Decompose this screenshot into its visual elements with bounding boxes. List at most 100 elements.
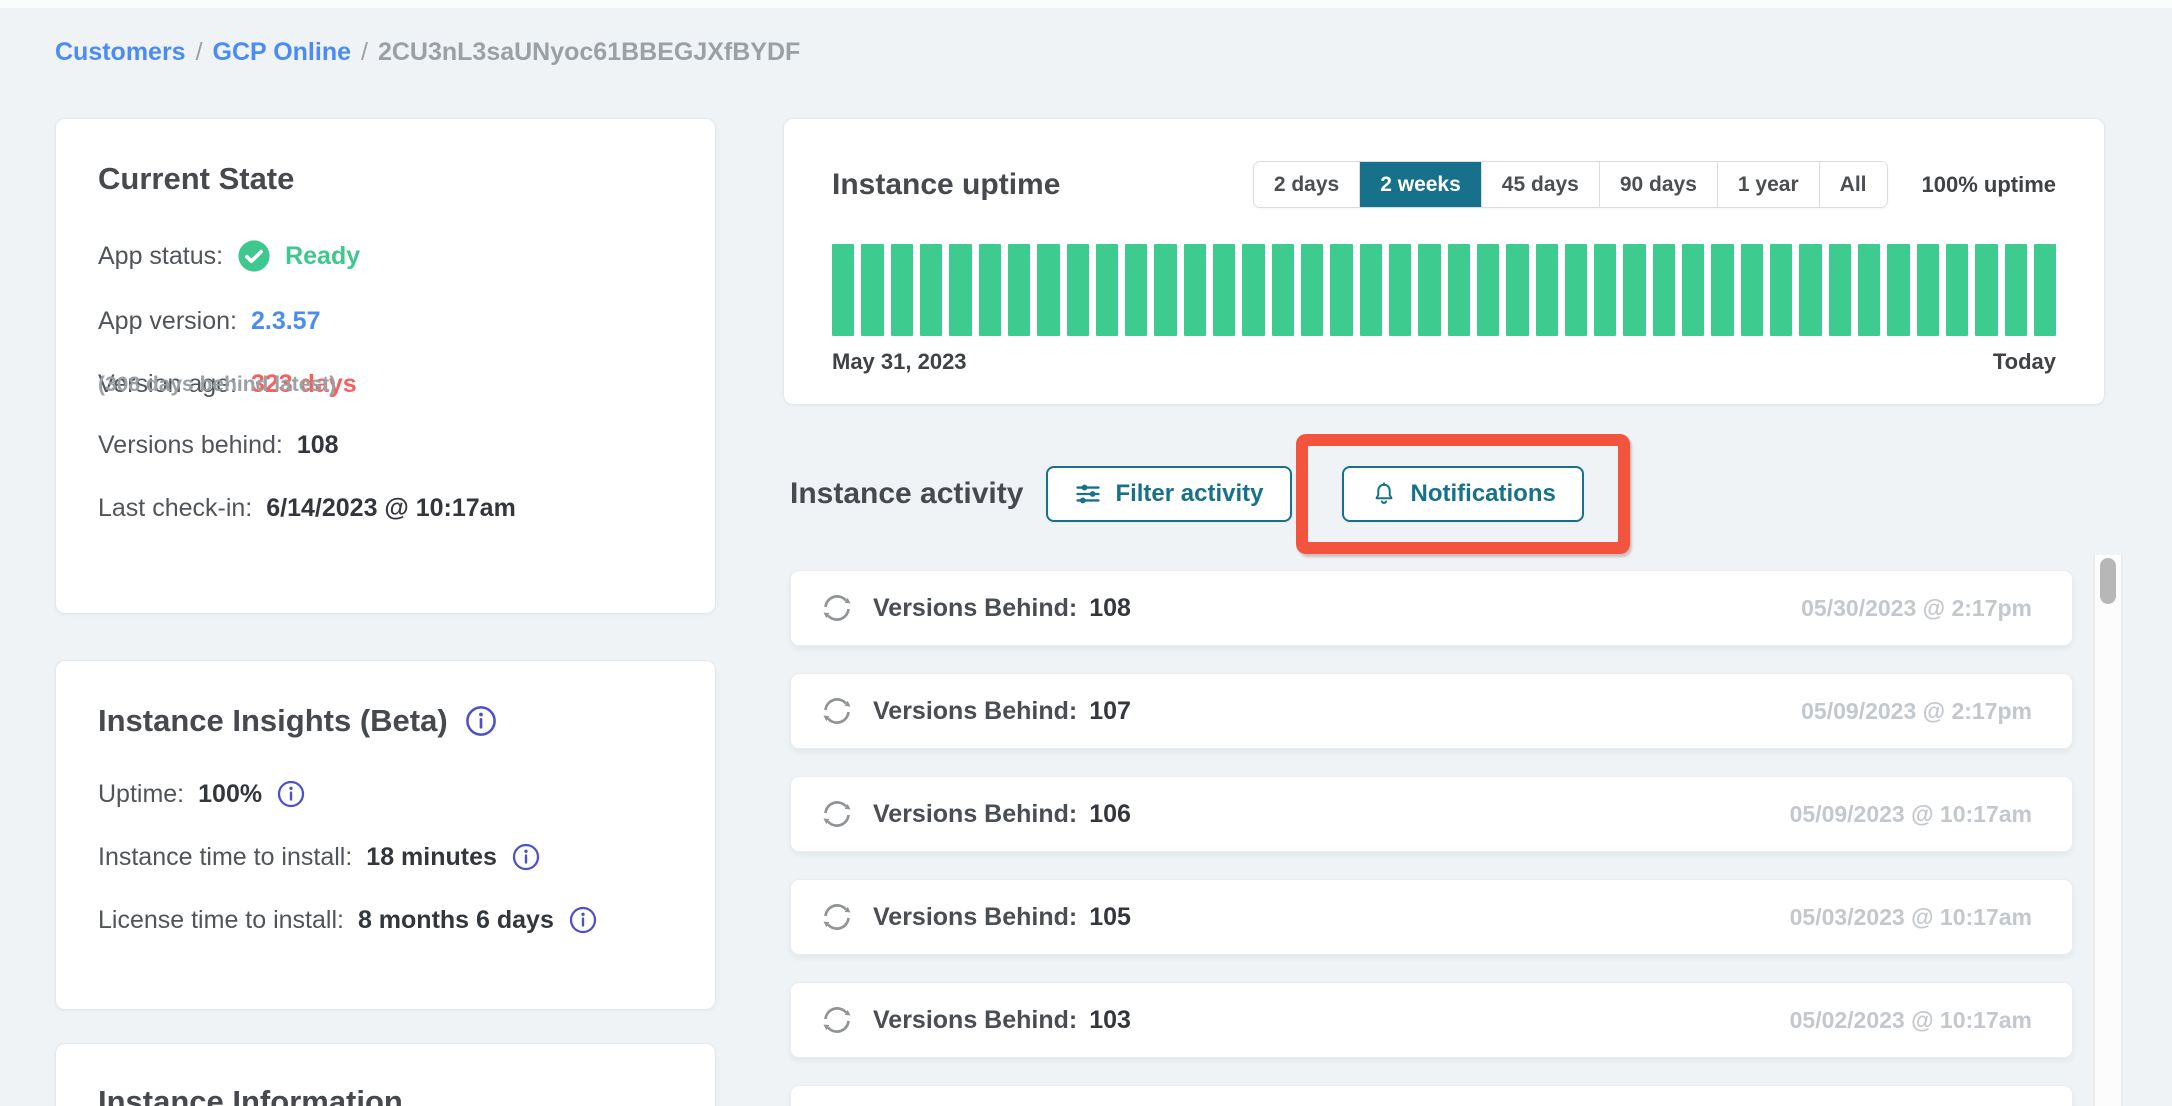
uptime-bar (1213, 244, 1235, 336)
field-value: 6/14/2023 @ 10:17am (266, 494, 516, 523)
uptime-bar-chart (832, 244, 2056, 336)
activity-row-value: 108 (1089, 594, 1131, 623)
uptime-bar (1594, 244, 1616, 336)
uptime-bar (979, 244, 1001, 336)
breadcrumb-link[interactable]: Customers (55, 38, 186, 67)
current-state-row: App version: 2.3.57 (98, 307, 673, 336)
uptime-bar (1565, 244, 1587, 336)
activity-row: Versions Behind: 103 05/02/2023 @ 10:17a… (790, 982, 2073, 1058)
uptime-bar (1360, 244, 1382, 336)
uptime-bar (920, 244, 942, 336)
activity-row-value: 106 (1089, 800, 1131, 829)
uptime-bar (1096, 244, 1118, 336)
uptime-bar (1184, 244, 1206, 336)
uptime-start-date: May 31, 2023 (832, 349, 967, 375)
uptime-range-group: 2 days 2 weeks 45 days 90 days 1 year Al… (1253, 161, 1888, 208)
uptime-range-button[interactable]: 90 days (1600, 162, 1718, 207)
uptime-bar (1506, 244, 1528, 336)
uptime-bar (2005, 244, 2027, 336)
insight-item: License time to install: 8 months 6 days (98, 905, 673, 935)
activity-row-timestamp: 05/09/2023 @ 10:17am (1790, 801, 2032, 828)
breadcrumb-link[interactable]: GCP Online (213, 38, 351, 67)
uptime-bar (1242, 244, 1264, 336)
sliders-icon (1074, 480, 1102, 508)
insight-value: 18 minutes (366, 843, 497, 872)
uptime-bar (1154, 244, 1176, 336)
activity-row-timestamp: 05/02/2023 @ 10:17am (1790, 1007, 2032, 1034)
activity-scrollbar-track[interactable] (2093, 555, 2123, 1106)
info-icon[interactable] (276, 779, 306, 809)
uptime-bar (1536, 244, 1558, 336)
sync-icon (817, 897, 857, 937)
activity-row-label: Versions Behind: (873, 594, 1077, 623)
sync-icon (817, 794, 857, 834)
uptime-range-button[interactable]: 2 days (1254, 162, 1360, 207)
activity-row: Versions Behind: 106 05/09/2023 @ 10:17a… (790, 776, 2073, 852)
breadcrumb-item: Customers (55, 38, 186, 67)
activity-row-label: Versions Behind: (873, 903, 1077, 932)
uptime-bar (1975, 244, 1997, 336)
uptime-range-button[interactable]: 2 weeks (1360, 162, 1482, 207)
instance-activity-header: Instance activity Filter activity (790, 434, 1630, 554)
activity-scrollbar-thumb[interactable] (2100, 558, 2116, 604)
instance-information-title: Instance Information (98, 1084, 673, 1106)
uptime-bar (1330, 244, 1352, 336)
info-icon[interactable] (511, 842, 541, 872)
activity-row-label: Versions Behind: (873, 800, 1077, 829)
uptime-bar (1623, 244, 1645, 336)
instance-insights-title: Instance Insights (Beta) (98, 703, 448, 739)
uptime-bar (1301, 244, 1323, 336)
activity-row: Versions Behind: 105 05/03/2023 @ 10:17a… (790, 879, 2073, 955)
uptime-bar (832, 244, 854, 336)
uptime-bar (891, 244, 913, 336)
insight-item: Uptime: 100% (98, 779, 673, 809)
uptime-bar (2034, 244, 2056, 336)
uptime-bar (1418, 244, 1440, 336)
filter-activity-button[interactable]: Filter activity (1046, 466, 1291, 522)
instance-insights-card: Instance Insights (Beta) Uptime: 100% In… (55, 660, 716, 1010)
field-value: Ready (285, 242, 360, 271)
activity-row: Versions Behind: 107 05/09/2023 @ 2:17pm (790, 673, 2073, 749)
current-state-row: Versions behind: 108 (98, 431, 673, 460)
instance-activity-title: Instance activity (790, 477, 1023, 511)
info-icon[interactable] (464, 704, 498, 738)
insight-label: License time to install: (98, 906, 344, 935)
activity-row-value: 103 (1089, 1006, 1131, 1035)
notifications-label: Notifications (1411, 480, 1556, 508)
breadcrumb-link[interactable]: 2CU3nL3saUNyoc61BBEGJXfBYDF (378, 38, 800, 67)
insight-value: 8 months 6 days (358, 906, 554, 935)
current-state-row: Last check-in: 6/14/2023 @ 10:17am (98, 494, 673, 523)
uptime-range-button[interactable]: 45 days (1482, 162, 1600, 207)
activity-row (790, 1085, 2073, 1106)
uptime-bar (949, 244, 971, 336)
breadcrumb-item: / GCP Online (196, 38, 351, 67)
top-edge (0, 0, 2172, 8)
activity-row-value: 107 (1089, 697, 1131, 726)
uptime-bar (1682, 244, 1704, 336)
breadcrumb-separator: / (196, 38, 203, 67)
instance-activity-list: Versions Behind: 108 05/30/2023 @ 2:17pm… (790, 570, 2073, 1106)
uptime-range-button[interactable]: 1 year (1718, 162, 1820, 207)
field-value: 2.3.57 (251, 307, 321, 336)
notifications-button[interactable]: Notifications (1342, 466, 1584, 522)
uptime-bar (1125, 244, 1147, 336)
uptime-bar (1770, 244, 1792, 336)
uptime-range-button[interactable]: All (1820, 162, 1887, 207)
field-label: Versions behind: (98, 431, 283, 460)
current-state-title: Current State (98, 161, 673, 197)
uptime-bar (1008, 244, 1030, 336)
uptime-bar (1448, 244, 1470, 336)
info-icon[interactable] (568, 905, 598, 935)
uptime-bar (1037, 244, 1059, 336)
insight-label: Uptime: (98, 780, 184, 809)
filter-activity-label: Filter activity (1115, 480, 1263, 508)
uptime-bar (1653, 244, 1675, 336)
sync-icon (817, 1000, 857, 1040)
activity-row: Versions Behind: 108 05/30/2023 @ 2:17pm (790, 570, 2073, 646)
bell-icon (1370, 480, 1398, 508)
field-label: App status: (98, 242, 223, 271)
uptime-bar (1741, 244, 1763, 336)
instance-information-card: Instance Information (55, 1043, 716, 1106)
uptime-bar (1917, 244, 1939, 336)
uptime-bar (1946, 244, 1968, 336)
